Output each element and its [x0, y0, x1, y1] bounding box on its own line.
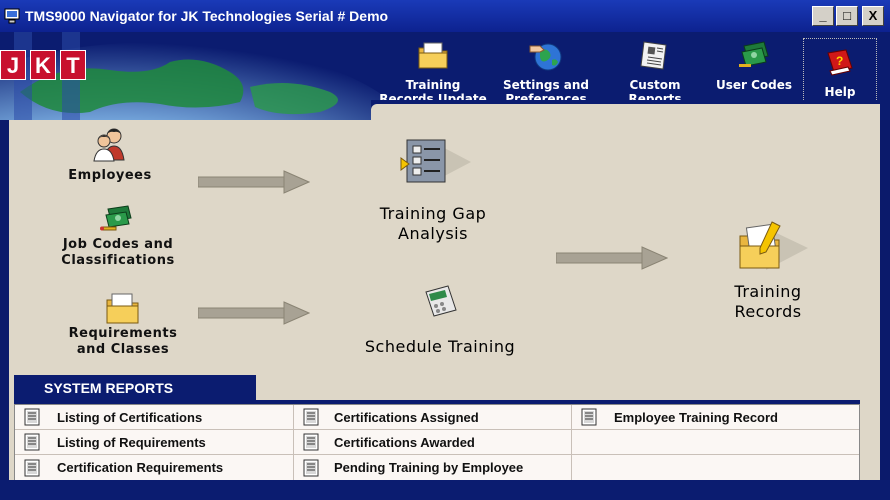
requirements-label-1: Requirements: [68, 326, 178, 341]
report-label: Pending Training by Employee: [334, 460, 524, 475]
report-label: Certifications Awarded: [334, 434, 475, 450]
globe-hand-icon: [529, 43, 562, 71]
flow-arrow: [198, 301, 310, 325]
report-empty-row: [572, 430, 859, 455]
folder-icon: [106, 293, 139, 324]
logo-letter-k: K: [30, 50, 56, 80]
toolbar-label: User Codes: [715, 78, 793, 92]
system-reports-tab: SYSTEM REPORTS: [14, 375, 256, 401]
report-label: Certification Requirements: [57, 460, 224, 475]
logo-letter-t: T: [60, 50, 86, 80]
schedule-training-label: Schedule Training: [364, 337, 516, 356]
report-empty-row: [572, 455, 859, 480]
folder-icon: [418, 42, 448, 69]
employees-label: Employees: [68, 168, 152, 183]
schedule-training-node[interactable]: Schedule Training: [340, 284, 540, 357]
report-employee-training-record[interactable]: Employee Training Record: [572, 405, 859, 430]
svg-text:?: ?: [836, 54, 843, 68]
window-controls: _ □ X: [812, 6, 884, 26]
job-codes-node[interactable]: Job Codes and Classifications: [40, 203, 196, 269]
report-label: Employee Training Record: [614, 409, 778, 425]
requirements-node[interactable]: Requirements and Classes: [50, 290, 196, 358]
panel-tab-edge: [371, 104, 880, 120]
window-bottom-border: [0, 480, 890, 500]
report-label: Certifications Assigned: [334, 409, 479, 425]
report-certification-requirements[interactable]: Certification Requirements: [15, 455, 293, 480]
newspaper-icon: [640, 41, 667, 70]
records-folder-icon: [739, 221, 808, 270]
checklist-icon: [400, 139, 471, 183]
custom-reports-button[interactable]: Custom Reports: [600, 38, 710, 106]
maximize-button[interactable]: □: [836, 6, 858, 26]
report-certifications-assigned[interactable]: Certifications Assigned: [294, 405, 571, 430]
help-book-icon: ?: [827, 49, 853, 76]
toolbar-label: Training: [405, 78, 461, 92]
calculator-icon: [425, 285, 457, 317]
money-icon: [739, 41, 769, 67]
system-reports-table: Listing of Certifications Listing of Req…: [14, 404, 860, 481]
training-records-label-2: Records: [734, 302, 802, 321]
report-certifications-awarded[interactable]: Certifications Awarded: [294, 430, 571, 455]
toolbar-label: Help: [824, 85, 856, 99]
report-icon: [24, 408, 40, 426]
training-records-update-button[interactable]: Training Records Update: [378, 38, 488, 106]
report-label: Listing of Certifications: [57, 409, 203, 425]
report-label: Listing of Requirements: [57, 434, 206, 450]
close-button[interactable]: X: [862, 6, 884, 26]
report-pending-training[interactable]: Pending Training by Employee: [294, 455, 571, 480]
gap-analysis-label-2: Analysis: [398, 224, 468, 243]
logo-letter-j: J: [0, 50, 26, 80]
app-icon: [4, 8, 20, 24]
report-icon: [24, 433, 40, 451]
training-records-node[interactable]: Training Records: [700, 218, 836, 322]
training-records-label-1: Training: [734, 282, 802, 301]
job-codes-label-2: Classifications: [61, 253, 175, 268]
window-title: TMS9000 Navigator for JK Technologies Se…: [25, 8, 389, 24]
settings-preferences-button[interactable]: Settings and Preferences: [491, 38, 601, 106]
flow-arrow: [198, 170, 310, 194]
report-listing-requirements[interactable]: Listing of Requirements: [15, 430, 293, 455]
minimize-button[interactable]: _: [812, 6, 834, 26]
jkt-logo: J K T: [0, 50, 86, 80]
flow-arrow: [556, 246, 668, 270]
report-icon: [303, 433, 319, 451]
gap-analysis-node[interactable]: Training Gap Analysis: [350, 136, 516, 244]
gap-analysis-label-1: Training Gap: [379, 204, 487, 223]
report-listing-certifications[interactable]: Listing of Certifications: [15, 405, 293, 430]
money-icon: [100, 205, 132, 231]
requirements-label-2: and Classes: [76, 342, 170, 357]
people-icon: [93, 128, 125, 162]
employees-node[interactable]: Employees: [50, 126, 170, 184]
window-title-bar: TMS9000 Navigator for JK Technologies Se…: [0, 0, 890, 32]
toolbar-label: Settings and: [502, 78, 590, 92]
toolbar-label: Custom: [629, 78, 681, 92]
report-icon: [24, 459, 40, 476]
job-codes-label-1: Job Codes and: [62, 237, 174, 252]
user-codes-button[interactable]: User Codes: [699, 38, 809, 92]
report-icon: [581, 408, 597, 426]
report-icon: [303, 459, 319, 476]
report-icon: [303, 408, 319, 426]
